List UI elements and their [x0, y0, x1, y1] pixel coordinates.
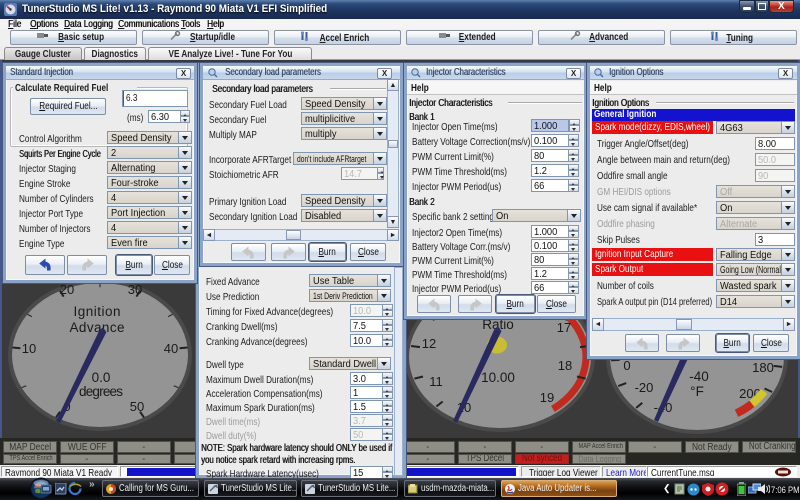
svg-text:18: 18 [558, 358, 572, 373]
svg-text:30: 30 [128, 282, 142, 297]
svg-text:19: 19 [540, 390, 554, 405]
svg-text:degrees: degrees [79, 384, 123, 399]
svg-text:50: 50 [130, 399, 144, 414]
svg-text:-20: -20 [635, 380, 654, 395]
svg-text:12: 12 [422, 336, 436, 351]
svg-text:17: 17 [557, 320, 571, 335]
svg-text:40: 40 [164, 341, 178, 356]
svg-text:10.00: 10.00 [481, 370, 515, 385]
svg-text:°F: °F [690, 384, 704, 399]
svg-text:11: 11 [429, 374, 443, 389]
svg-text:0: 0 [623, 358, 630, 373]
svg-text:Advance: Advance [70, 320, 125, 335]
svg-text:180: 180 [752, 360, 774, 375]
svg-text:Ignition: Ignition [74, 304, 121, 319]
svg-text:0.0: 0.0 [92, 370, 111, 385]
svg-text:20: 20 [60, 282, 74, 297]
svg-text:-40: -40 [689, 369, 709, 384]
svg-text:10: 10 [22, 341, 36, 356]
